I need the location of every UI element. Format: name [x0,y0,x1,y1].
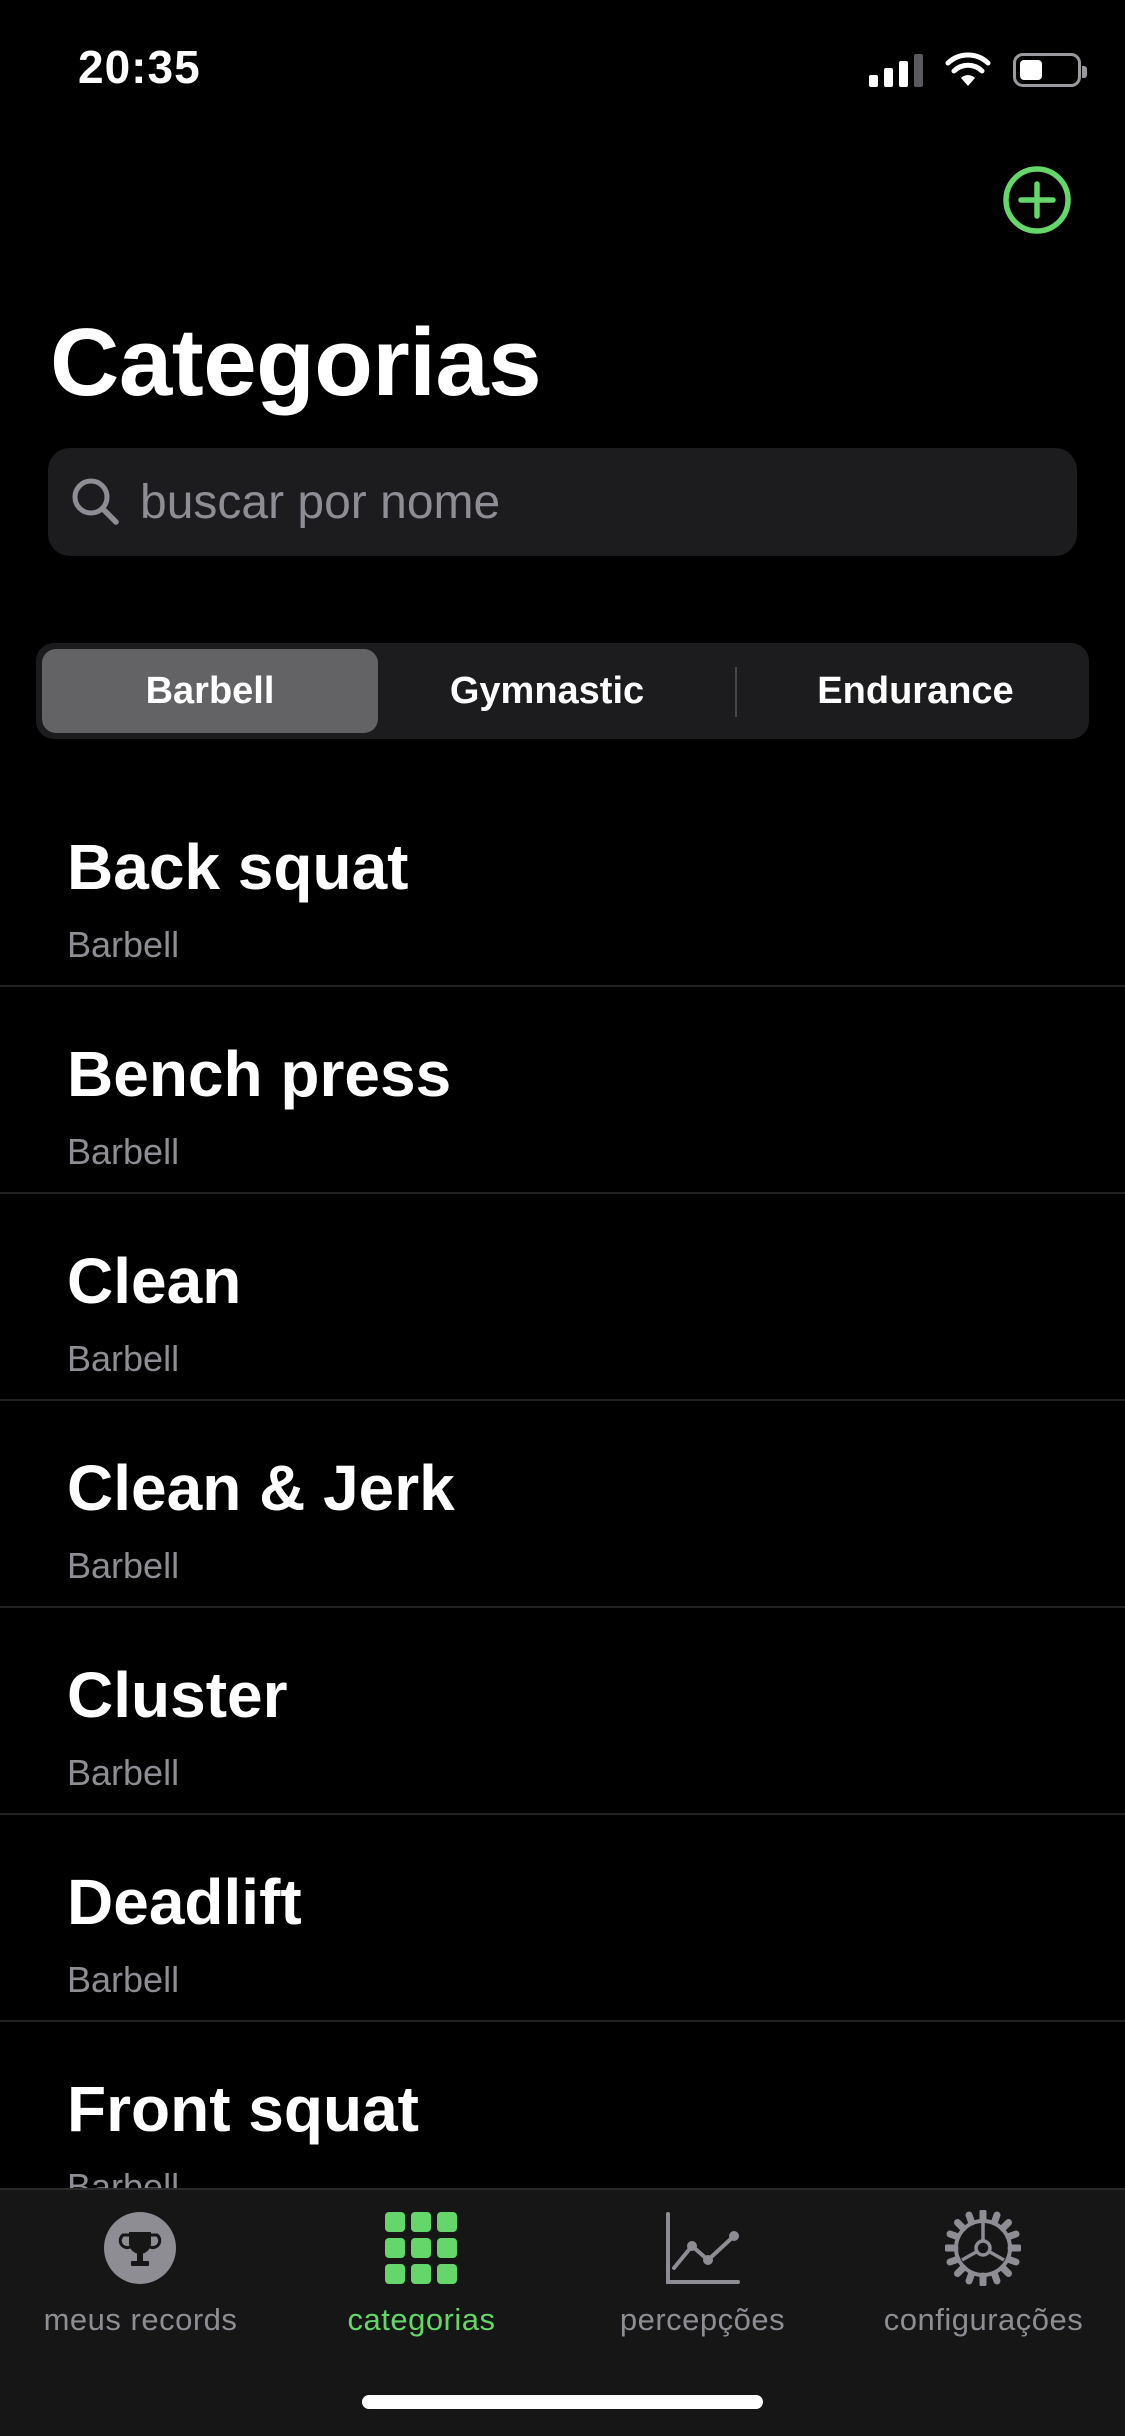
item-subtitle: Barbell [67,1752,180,1793]
tab-meus-records[interactable]: meus records [0,2190,281,2360]
item-title: Cluster [67,1659,288,1731]
list-item[interactable]: Bench press Barbell [0,987,1125,1194]
category-list: Back squat Barbell Bench press Barbell C… [0,780,1125,2188]
trophy-icon [104,2212,176,2284]
tab-label: categorias [347,2302,496,2337]
item-title: Clean [67,1245,242,1317]
search-box[interactable] [48,448,1077,556]
status-icons [869,48,1087,92]
tab-label: percepções [619,2302,786,2337]
list-item[interactable]: Back squat Barbell [0,780,1125,987]
item-title: Bench press [67,1038,452,1110]
item-subtitle: Barbell [67,1338,180,1379]
segment-endurance[interactable]: Endurance [748,649,1083,733]
segment-gymnastic[interactable]: Gymnastic [380,649,714,733]
item-subtitle: Barbell [67,1959,180,2000]
signal-icon [869,53,923,87]
list-item[interactable]: Clean Barbell [0,1194,1125,1401]
segment-barbell[interactable]: Barbell [42,649,378,733]
list-item[interactable]: Cluster Barbell [0,1608,1125,1815]
segment-divider [735,667,737,717]
item-subtitle: Barbell [67,924,180,965]
tab-configuracoes[interactable]: configurações [843,2190,1124,2360]
tab-percepcoes[interactable]: percepções [562,2190,843,2360]
home-indicator[interactable] [362,2395,763,2409]
plus-circle-icon[interactable] [1002,165,1072,235]
item-subtitle: Barbell [67,1545,180,1586]
line-chart-icon [666,2212,740,2284]
grid-icon [385,2212,457,2284]
gear-icon [945,2210,1021,2286]
status-bar: 20:35 [0,0,1125,140]
search-input[interactable] [140,448,1060,556]
tab-label: meus records [43,2302,238,2337]
tab-label: configurações [883,2302,1084,2337]
list-item[interactable]: Front squat Barbell [0,2022,1125,2188]
list-item[interactable]: Deadlift Barbell [0,1815,1125,2022]
page-title: Categorias [50,309,542,416]
item-title: Clean & Jerk [67,1452,455,1524]
wifi-icon [945,52,991,86]
tab-categorias[interactable]: categorias [281,2190,562,2360]
item-title: Deadlift [67,1866,302,1938]
list-item[interactable]: Clean & Jerk Barbell [0,1401,1125,1608]
item-title: Back squat [67,831,409,903]
item-title: Front squat [67,2073,419,2145]
item-subtitle: Barbell [67,2166,180,2188]
category-segmented-control: Barbell Gymnastic Endurance [36,643,1089,739]
search-icon [72,478,119,525]
item-subtitle: Barbell [67,1131,180,1172]
battery-icon [1013,53,1087,87]
status-time: 20:35 [78,41,201,93]
